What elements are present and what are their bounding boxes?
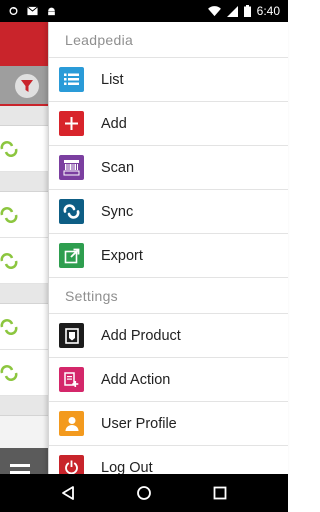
system-nav-bar <box>0 474 288 512</box>
product-icon <box>59 323 84 348</box>
list-item[interactable] <box>0 238 48 284</box>
list-item[interactable] <box>0 192 48 238</box>
export-icon <box>59 243 84 268</box>
app-header[interactable] <box>0 22 48 66</box>
drawer-item-label: Add Product <box>101 327 181 344</box>
synced-icon <box>0 365 18 381</box>
list-item[interactable] <box>0 126 48 172</box>
battery-icon <box>243 5 251 17</box>
list-item[interactable] <box>0 304 48 350</box>
synced-icon <box>0 319 18 335</box>
drawer-item-label: Add <box>101 115 127 132</box>
power-icon <box>59 455 84 474</box>
drawer-item-add[interactable]: Add <box>49 102 288 146</box>
signal-icon <box>226 5 238 17</box>
wifi-icon <box>207 5 221 16</box>
drawer-item-label: Add Action <box>101 371 171 388</box>
drawer-item-label: Log Out <box>101 459 153 475</box>
drawer-item-list[interactable]: List <box>49 58 288 102</box>
user-icon <box>59 411 84 436</box>
background-app <box>0 22 48 474</box>
drawer-item-scan[interactable]: Scan <box>49 146 288 190</box>
email-icon <box>27 6 38 16</box>
back-button[interactable] <box>48 478 88 508</box>
android-icon <box>48 7 55 16</box>
menu-button[interactable] <box>0 448 48 474</box>
drawer-item-label: Export <box>101 247 143 264</box>
scan-icon <box>59 155 84 180</box>
list-item[interactable] <box>0 350 48 396</box>
drawer-item-label: Scan <box>101 159 135 176</box>
home-button[interactable] <box>124 478 164 508</box>
list-section-header <box>0 284 48 304</box>
section-header-leadpedia: Leadpedia <box>49 22 288 58</box>
drawer-item-user-profile[interactable]: User Profile <box>49 402 288 446</box>
section-header-settings: Settings <box>49 278 288 314</box>
drawer-item-log-out[interactable]: Log Out <box>49 446 288 474</box>
plus-icon <box>59 111 84 136</box>
list-section-header <box>0 172 48 192</box>
drawer-item-sync[interactable]: Sync <box>49 190 288 234</box>
list-section-header <box>0 106 48 126</box>
list-icon <box>59 67 84 92</box>
home-icon <box>137 486 151 500</box>
recents-button[interactable] <box>200 478 240 508</box>
list-section-header <box>0 396 48 416</box>
drawer-item-add-product[interactable]: Add Product <box>49 314 288 358</box>
status-time: 6:40 <box>256 4 280 18</box>
sync-icon <box>59 199 84 224</box>
filter-button[interactable] <box>15 74 39 98</box>
drawer-item-label: List <box>101 71 124 88</box>
filter-icon <box>21 80 33 92</box>
synced-icon <box>0 141 18 157</box>
drawer-item-label: User Profile <box>101 415 177 432</box>
filter-bar <box>0 66 48 106</box>
back-icon <box>62 486 74 500</box>
synced-icon <box>0 253 18 269</box>
recents-icon <box>213 486 227 500</box>
synced-icon <box>0 207 18 223</box>
navigation-drawer: Leadpedia List Add Scan Sync Export Sett… <box>48 22 288 474</box>
drawer-item-export[interactable]: Export <box>49 234 288 278</box>
hamburger-menu-icon <box>10 463 30 467</box>
drawer-item-add-action[interactable]: Add Action <box>49 358 288 402</box>
add-action-icon <box>59 367 84 392</box>
status-bar: 6:40 <box>0 0 288 22</box>
sync-status-icon <box>9 6 18 15</box>
drawer-item-label: Sync <box>101 203 134 220</box>
